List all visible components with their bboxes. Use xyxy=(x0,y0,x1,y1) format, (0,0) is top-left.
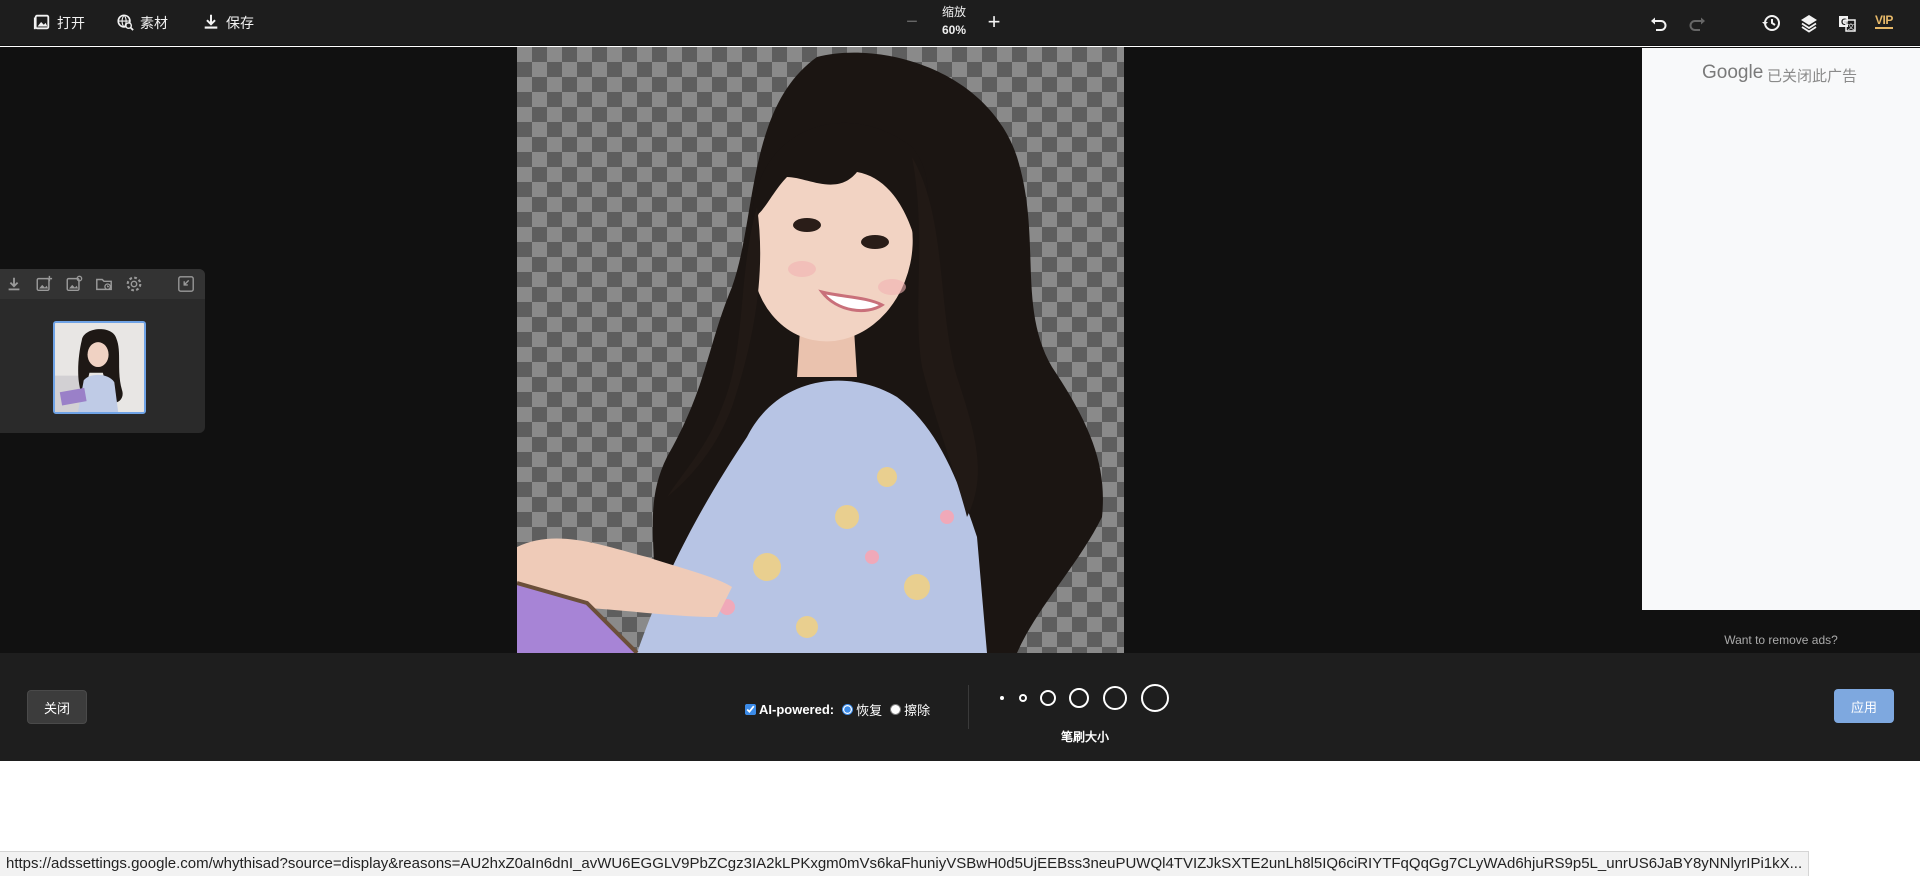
undo-icon[interactable] xyxy=(1648,12,1670,34)
brush-size-6[interactable] xyxy=(1141,684,1169,712)
open-label: 打开 xyxy=(57,15,85,31)
history-icon[interactable] xyxy=(1760,12,1782,34)
ai-powered-checkbox[interactable] xyxy=(745,703,756,715)
zoom-out-button[interactable]: − xyxy=(900,11,924,35)
erase-radio[interactable] xyxy=(890,703,902,715)
redo-icon[interactable] xyxy=(1686,12,1708,34)
collapse-icon[interactable] xyxy=(177,275,195,293)
brush-size-2[interactable] xyxy=(1019,694,1027,702)
ad-panel: Google 已关闭此广告 xyxy=(1642,48,1920,610)
top-toolbar: 打开 素材 保存 − 缩放 60% + G文 VIP xyxy=(0,0,1920,46)
brush-size-label: 笔刷大小 xyxy=(1060,730,1109,744)
mode-options: AI-powered: 恢复 擦除 xyxy=(745,699,938,719)
thumbnail-photo xyxy=(55,323,144,412)
layers-icon[interactable] xyxy=(1798,12,1820,34)
material-button[interactable]: 素材 xyxy=(116,10,168,36)
divider xyxy=(968,685,969,729)
image-settings-icon[interactable] xyxy=(65,275,83,293)
bottom-bar: 关闭 AI-powered: 恢复 擦除 笔刷大小 应用 xyxy=(0,653,1920,761)
close-button[interactable]: 关闭 xyxy=(27,690,87,724)
google-logo: Google xyxy=(1702,62,1764,83)
download-icon[interactable] xyxy=(5,275,23,293)
open-button[interactable]: 打开 xyxy=(33,10,85,36)
restore-radio[interactable] xyxy=(842,703,854,715)
status-url: https://adssettings.google.com/whythisad… xyxy=(0,851,1810,876)
image-icon xyxy=(33,13,51,34)
erase-label: 擦除 xyxy=(904,702,931,718)
brush-size-5[interactable] xyxy=(1103,686,1127,710)
material-label: 素材 xyxy=(140,15,168,31)
folder-icon[interactable] xyxy=(95,275,113,293)
brush-size-3[interactable] xyxy=(1040,690,1056,706)
zoom-in-button[interactable]: + xyxy=(982,11,1006,35)
download-icon xyxy=(202,13,220,34)
vip-icon[interactable]: VIP xyxy=(1875,14,1893,29)
image-canvas[interactable] xyxy=(517,47,1124,653)
ai-powered-label: AI-powered: xyxy=(759,701,835,717)
cutout-photo xyxy=(517,52,1103,653)
restore-label: 恢复 xyxy=(856,702,883,718)
translate-icon[interactable]: G文 xyxy=(1836,12,1858,34)
ad-closed-text: 已关闭此广告 xyxy=(1767,68,1858,85)
zoom-label: 缩放 xyxy=(941,5,966,19)
file-panel xyxy=(0,269,205,433)
erase-option[interactable]: 擦除 xyxy=(890,700,930,719)
globe-search-icon xyxy=(116,13,134,34)
zoom-control: − 缩放 60% + xyxy=(900,3,1010,43)
ai-powered-option[interactable]: AI-powered: xyxy=(745,702,834,717)
image-thumbnail[interactable] xyxy=(53,321,146,414)
restore-option[interactable]: 恢复 xyxy=(842,700,882,719)
apply-button[interactable]: 应用 xyxy=(1834,689,1894,723)
save-label: 保存 xyxy=(226,15,254,31)
brush-size-4[interactable] xyxy=(1069,688,1089,708)
gear-icon[interactable] xyxy=(125,275,143,293)
save-button[interactable]: 保存 xyxy=(202,10,254,36)
zoom-value: 60% xyxy=(941,23,967,37)
remove-ads-link[interactable]: Want to remove ads? xyxy=(1642,633,1920,647)
add-image-icon[interactable] xyxy=(35,275,53,293)
workspace: Google 已关闭此广告 Want to remove ads? xyxy=(0,47,1920,653)
svg-text:文: 文 xyxy=(1848,22,1855,31)
file-panel-toolbar xyxy=(0,269,205,299)
brush-size-1[interactable] xyxy=(1000,696,1004,700)
